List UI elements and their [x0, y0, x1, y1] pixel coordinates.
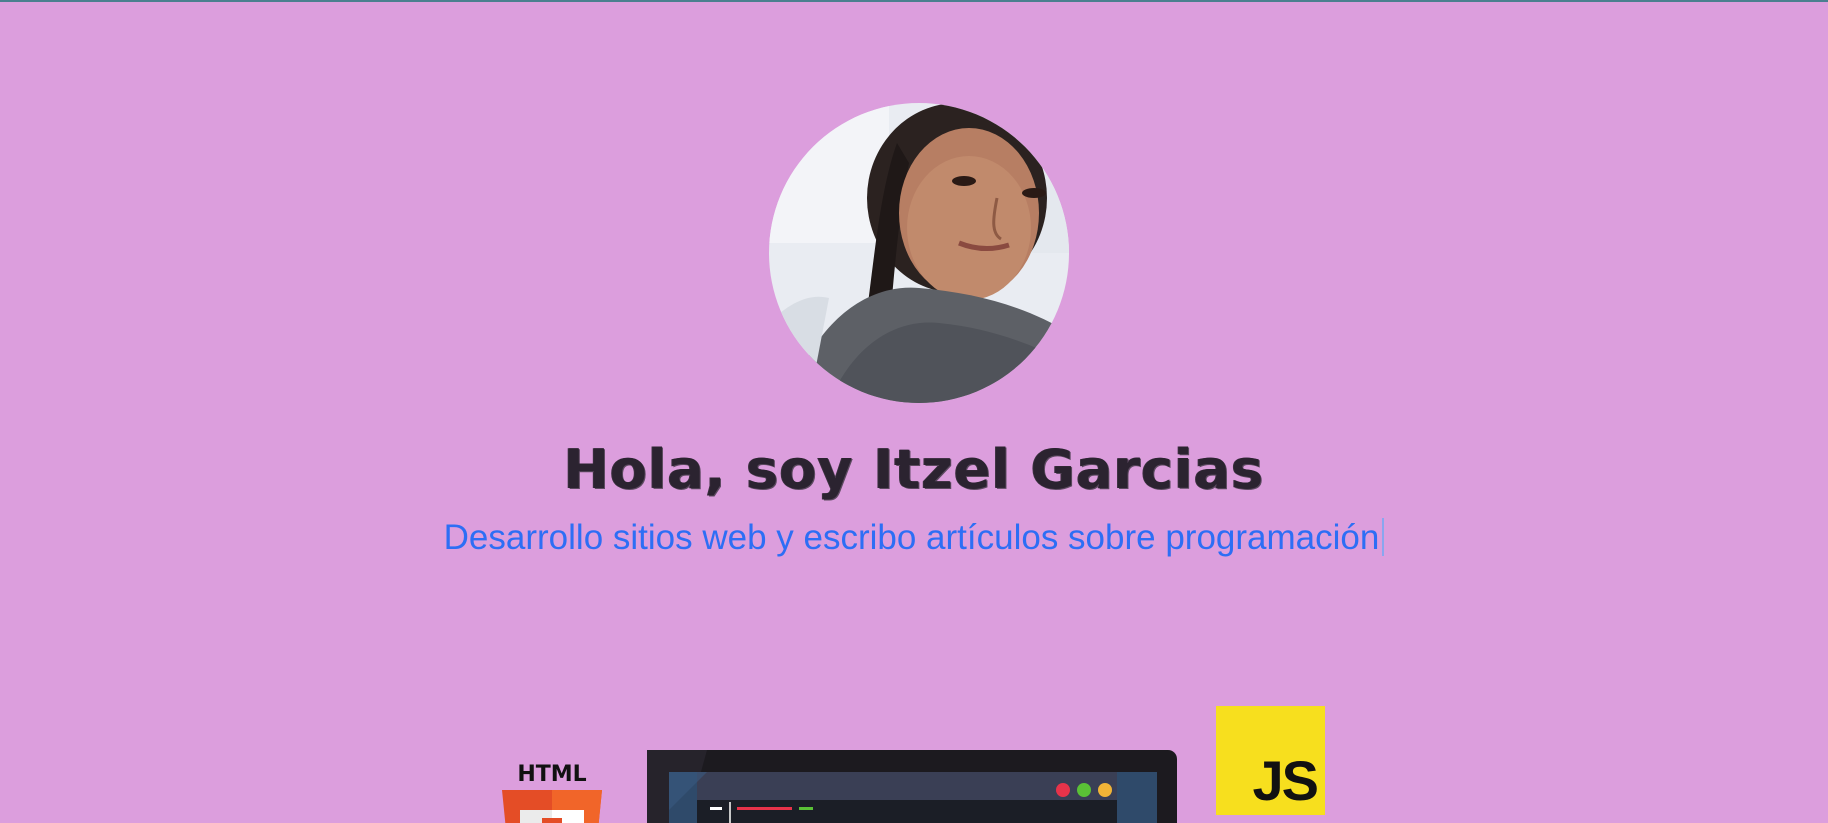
- code-editor-laptop-icon: [647, 750, 1177, 823]
- laptop-illustration: [647, 750, 1177, 823]
- html-logo-label: HTML: [517, 762, 587, 787]
- hero-subtitle: Desarrollo sitios web y escribo artículo…: [0, 518, 1828, 558]
- js-logo-label: JS: [1252, 749, 1319, 812]
- profile-photo-illustration: [769, 103, 1069, 403]
- html5-logo: HTML: [502, 760, 602, 823]
- typing-caret: [1382, 518, 1385, 556]
- profile-photo: [769, 103, 1069, 403]
- html5-shield-icon: [502, 790, 602, 823]
- top-border: [0, 0, 1828, 2]
- javascript-logo: JS: [1216, 706, 1325, 815]
- hero-title: Hola, soy Itzel Garcias: [563, 438, 1265, 501]
- hero-subtitle-text: Desarrollo sitios web y escribo artículo…: [443, 518, 1380, 557]
